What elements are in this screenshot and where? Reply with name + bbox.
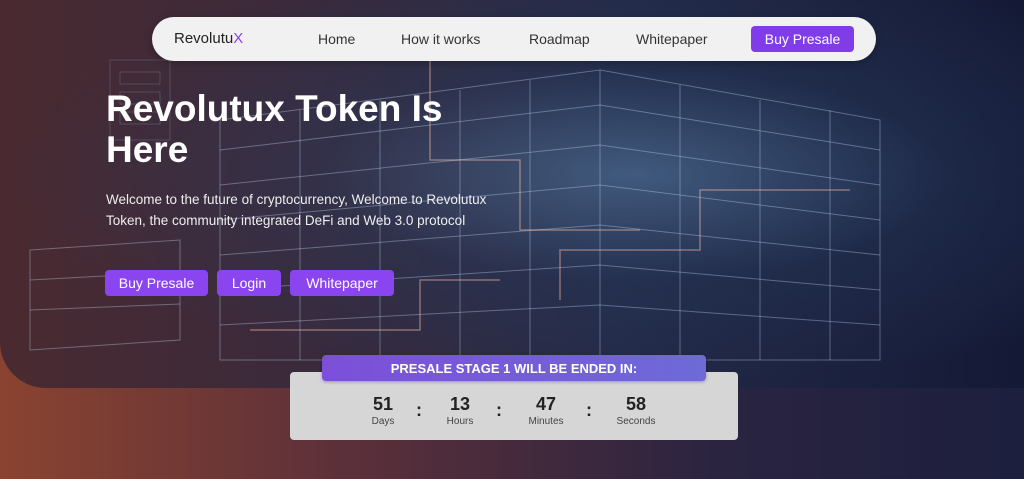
hero-buy-presale-button[interactable]: Buy Presale (105, 270, 208, 296)
nav-link-how-it-works[interactable]: How it works (401, 31, 480, 47)
nav-link-whitepaper[interactable]: Whitepaper (636, 31, 708, 47)
countdown-seconds: 58 Seconds (601, 394, 671, 427)
hero-title: Revolutux Token Is Here (106, 88, 443, 170)
presale-stage-banner: PRESALE STAGE 1 WILL BE ENDED IN: (322, 355, 706, 381)
top-navbar: RevolutuX Home How it works Roadmap Whit… (152, 17, 876, 61)
hero-title-line1: Revolutux Token Is (106, 88, 443, 129)
countdown-hours-label: Hours (446, 416, 474, 427)
countdown-separator: : (416, 400, 422, 420)
countdown-timer: 51 Days : 13 Hours : 47 Minutes : 58 Sec… (290, 372, 738, 440)
hero-title-line2: Here (106, 129, 189, 170)
countdown-seconds-label: Seconds (616, 416, 656, 427)
nav-link-home[interactable]: Home (318, 31, 355, 47)
countdown-separator: : (586, 400, 592, 420)
nav-buy-presale-button[interactable]: Buy Presale (751, 26, 854, 52)
countdown-hours: 13 Hours (425, 394, 495, 427)
countdown-days: 51 Days (348, 394, 418, 427)
hero-subtitle: Welcome to the future of cryptocurrency,… (106, 192, 487, 228)
brand-name: Revolutu (174, 30, 234, 47)
hero-whitepaper-button[interactable]: Whitepaper (290, 270, 394, 296)
brand-accent-letter: X (233, 30, 244, 47)
countdown-seconds-value: 58 (625, 394, 647, 414)
nav-link-roadmap[interactable]: Roadmap (529, 31, 590, 47)
countdown-minutes: 47 Minutes (511, 394, 581, 427)
hero-login-button[interactable]: Login (217, 270, 281, 296)
countdown-minutes-label: Minutes (528, 416, 564, 427)
countdown-days-value: 51 (372, 394, 394, 414)
countdown-minutes-value: 47 (535, 394, 557, 414)
countdown-days-label: Days (371, 416, 395, 427)
brand-logo[interactable]: RevolutuX (174, 30, 243, 47)
countdown-hours-value: 13 (449, 394, 471, 414)
countdown-separator: : (496, 400, 502, 420)
